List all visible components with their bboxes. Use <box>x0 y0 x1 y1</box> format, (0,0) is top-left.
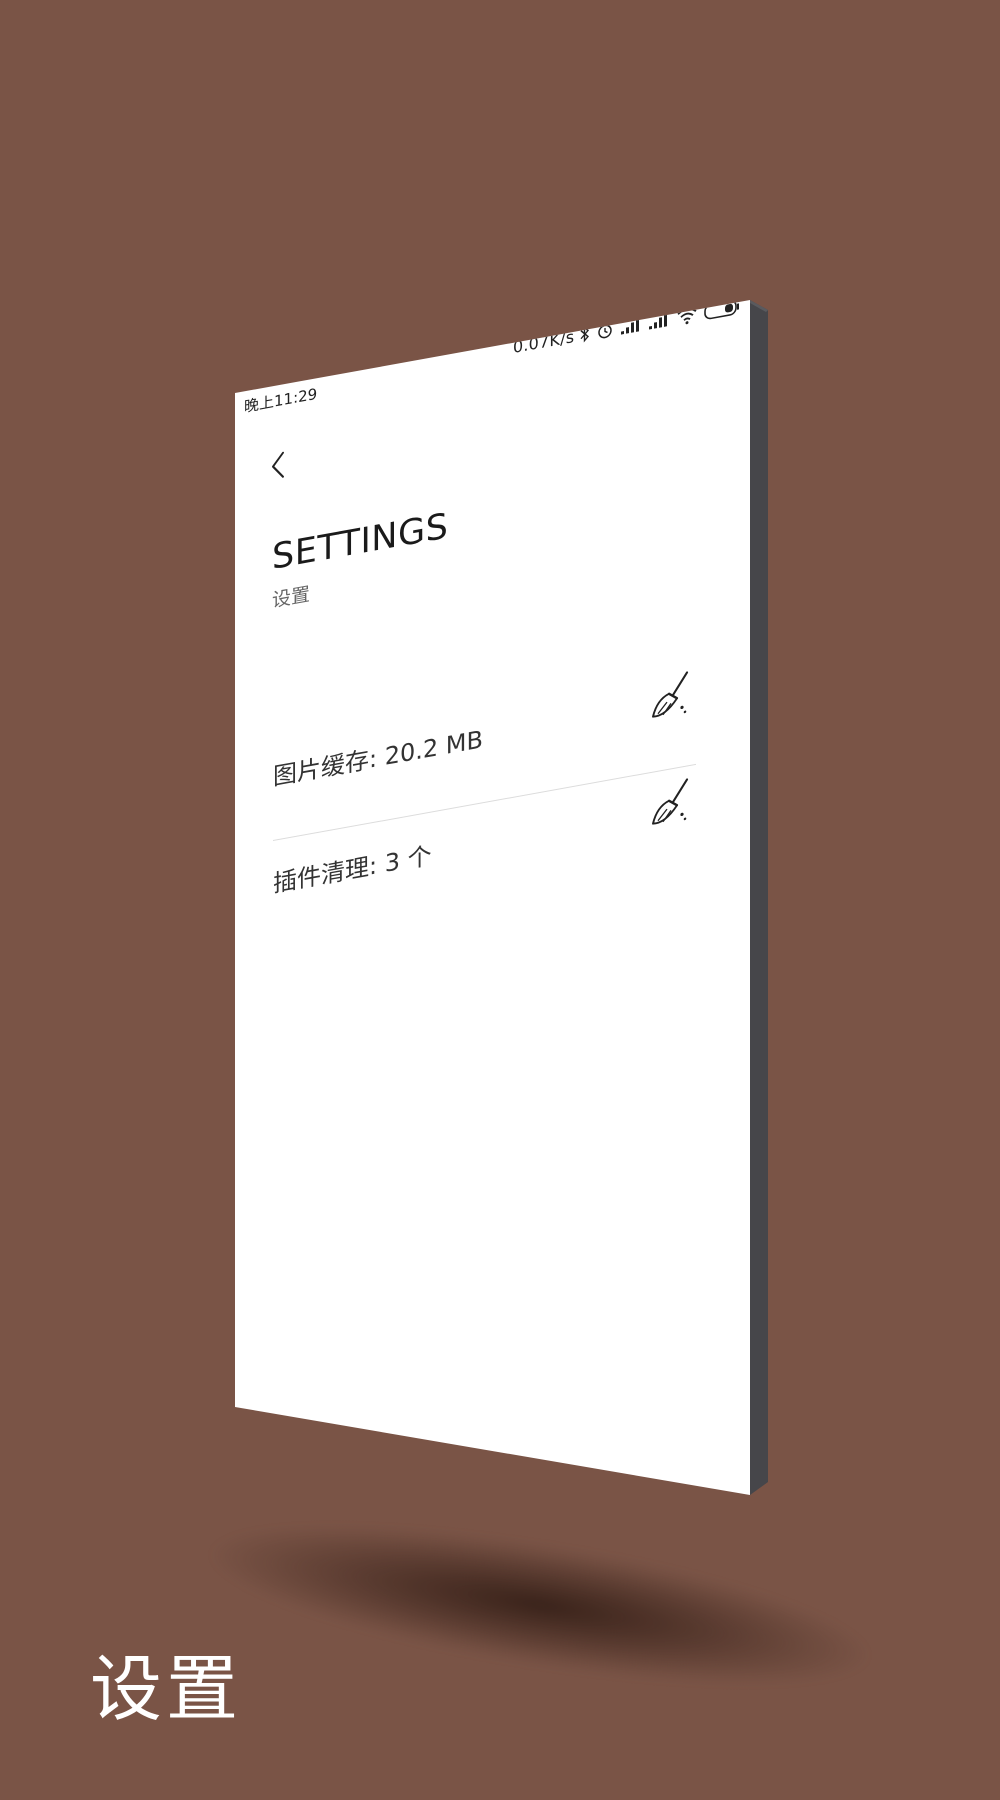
title-block: SETTINGS 设置 <box>272 506 448 613</box>
label-separator: : <box>369 742 385 774</box>
image-cache-row[interactable]: 图片缓存: 20.2 MB <box>273 669 693 805</box>
image-cache-size: 20.2 MB <box>384 725 483 771</box>
phone-screen: 晚上11:29 0.07K/s SETTINGS 设置 图片缓存: 20.2 M… <box>235 300 750 1495</box>
label-separator: : <box>369 849 385 881</box>
plugin-cleanup-row[interactable]: 插件清理: 3 个 <box>273 776 693 912</box>
broom-icon <box>649 778 693 836</box>
broom-icon <box>649 671 693 729</box>
page-caption: 设置 <box>90 1647 243 1731</box>
image-cache-title: 图片缓存 <box>273 745 369 791</box>
plugin-cleanup-label: 插件清理: 3 个 <box>273 835 432 899</box>
clear-cache-button[interactable] <box>649 669 693 725</box>
plugin-cleanup-title: 插件清理 <box>273 852 369 898</box>
chevron-left-icon <box>265 451 295 492</box>
back-button[interactable] <box>265 443 295 488</box>
image-cache-label: 图片缓存: 20.2 MB <box>273 719 483 792</box>
clear-plugins-button[interactable] <box>649 776 693 832</box>
plugin-count: 3 个 <box>384 841 432 878</box>
